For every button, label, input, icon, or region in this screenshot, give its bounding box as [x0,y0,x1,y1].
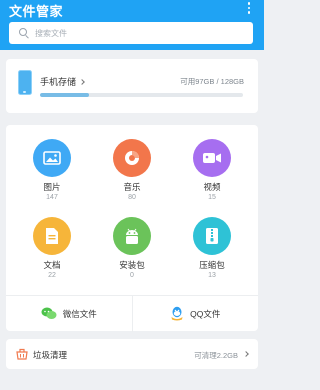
search-input[interactable]: 搜索文件 [9,22,253,44]
category-grid: 图片 147 音乐 80 视频 15 文档 22 安装包 0 压缩包 13 微信… [6,125,259,332]
android-package-icon [113,217,151,255]
storage-title-label: 手机存储 [40,77,77,87]
video-icon [193,139,231,177]
document-icon [33,217,71,255]
category-images[interactable]: 图片 147 [12,139,92,209]
quick-links: 微信文件 QQ文件 [6,295,259,332]
category-label: 视频 [203,182,221,192]
category-video[interactable]: 视频 15 [172,139,252,209]
music-icon [113,139,151,177]
wechat-files-button[interactable]: 微信文件 [6,296,132,331]
zip-icon [193,217,231,255]
app-title: 文件管家 [9,4,64,19]
category-apk[interactable]: 安装包 0 [92,217,172,287]
phone-icon [18,70,32,95]
chevron-right-icon [243,351,249,357]
category-label: 文档 [43,260,61,270]
search-placeholder: 搜索文件 [35,28,67,38]
storage-usage: 可用97GB / 128GB [180,77,244,86]
category-archives[interactable]: 压缩包 13 [172,217,252,287]
category-count: 15 [208,194,216,201]
category-count: 13 [208,272,216,279]
category-label: 安装包 [119,260,145,270]
storage-progress-bar [40,93,243,97]
more-options-icon[interactable] [244,0,254,16]
junk-cleanup-row[interactable]: 垃圾清理 可清理2.2GB [6,339,258,369]
category-documents[interactable]: 文档 22 [12,217,92,287]
category-count: 80 [128,194,136,201]
qq-icon [171,306,183,321]
chevron-right-icon [79,78,85,85]
category-label: 压缩包 [199,260,225,270]
image-icon [33,139,71,177]
category-count: 22 [48,272,56,279]
storage-progress-fill [40,93,89,97]
wechat-files-label: 微信文件 [62,308,97,319]
qq-files-label: QQ文件 [190,308,221,319]
category-label: 音乐 [123,182,141,192]
storage-title: 手机存储 [40,75,85,88]
phone-storage-card[interactable]: 手机存储 可用97GB / 128GB [6,59,258,113]
broom-icon [16,348,28,360]
wechat-icon [41,307,57,319]
cleanup-value: 可清理2.2GB [194,351,238,360]
category-count: 0 [130,272,134,279]
category-music[interactable]: 音乐 80 [92,139,172,209]
header-bar: 文件管家 搜索文件 [0,0,264,50]
qq-files-button[interactable]: QQ文件 [133,296,259,331]
search-icon [19,28,29,38]
cleanup-label: 垃圾清理 [33,350,68,360]
category-count: 147 [46,194,58,201]
category-label: 图片 [43,182,61,192]
